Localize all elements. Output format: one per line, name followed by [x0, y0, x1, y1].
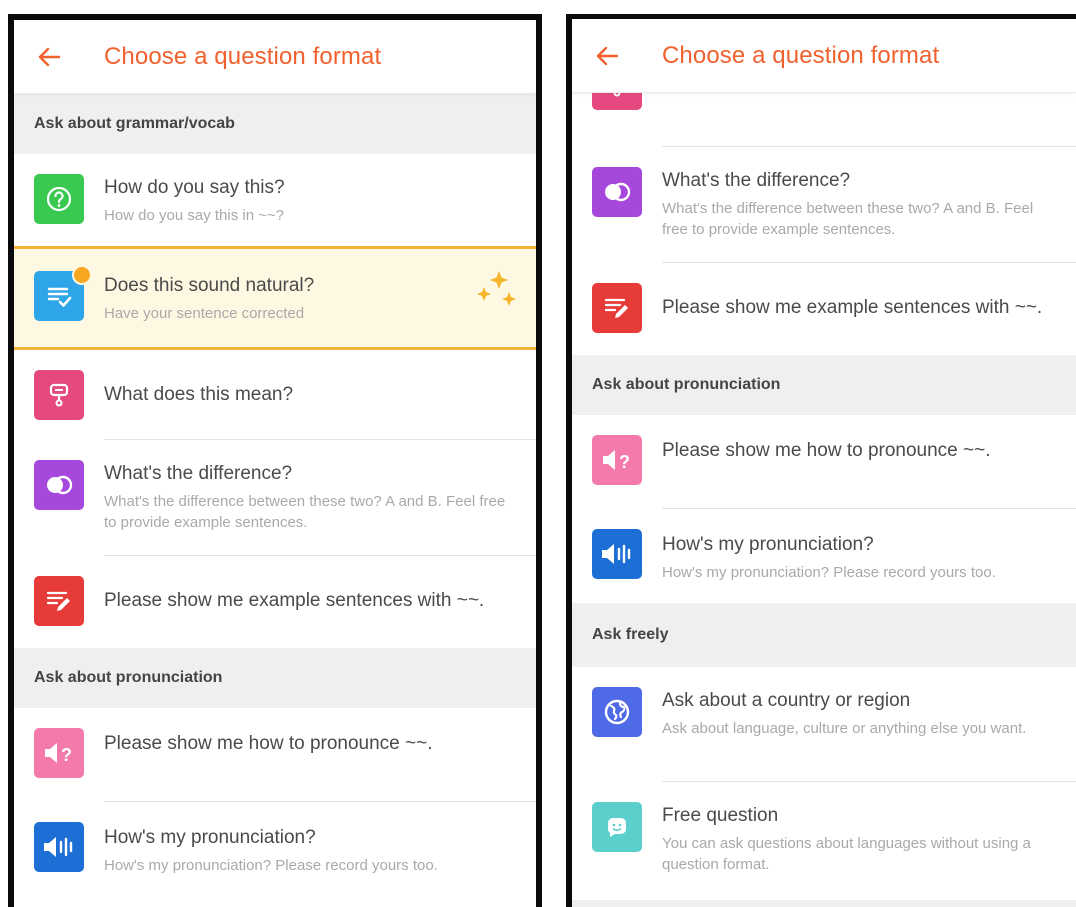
section-header-pronunciation: Ask about pronunciation — [572, 355, 1076, 415]
section-header-free: Ask freely — [572, 603, 1076, 667]
section-header-grammar: Ask about grammar/vocab — [14, 94, 536, 154]
list-item-example-sentences[interactable]: Please show me example sentences with ~~… — [14, 556, 536, 648]
list-item-how-to-pronounce[interactable]: ? Please show me how to pronounce ~~. — [572, 415, 1076, 509]
item-title: What's the difference? — [104, 463, 293, 484]
item-subtitle: How do you say this in ~~? — [104, 207, 285, 224]
item-title: Please show me example sentences with ~~… — [662, 297, 1043, 318]
list-item-free-question[interactable]: Free question You can ask questions abou… — [572, 782, 1076, 900]
list-pencil-icon — [34, 576, 84, 626]
item-subtitle: You can ask questions about languages wi… — [662, 835, 1031, 873]
list-item-whats-difference[interactable]: What's the difference? What's the differ… — [572, 147, 1076, 263]
item-subtitle: What's the difference between these two?… — [662, 200, 1034, 238]
section-header-pronunciation: Ask about pronunciation — [14, 648, 536, 708]
svg-text:?: ? — [619, 452, 630, 472]
item-title: Please show me example sentences with ~~… — [104, 590, 485, 611]
overlap-circles-icon — [592, 167, 642, 217]
item-subtitle: How's my pronunciation? Please record yo… — [662, 564, 996, 581]
item-title: Does this sound natural? — [104, 275, 315, 296]
list-item-example-sentences[interactable]: Please show me example sentences with ~~… — [572, 263, 1076, 355]
list-item-sound-natural[interactable]: Does this sound natural? Have your sente… — [14, 246, 536, 350]
speaker-question-icon: ? — [34, 728, 84, 778]
item-title: Free question — [662, 805, 779, 826]
sparkle-icon — [477, 271, 516, 306]
right-phone-screen: Choose a question format What's the diff… — [566, 14, 1076, 907]
overlap-circles-icon — [34, 460, 84, 510]
speaker-wave-icon — [592, 529, 642, 579]
list-item-my-pronunciation[interactable]: How's my pronunciation? How's my pronunc… — [572, 509, 1076, 603]
item-subtitle: Have your sentence corrected — [104, 305, 305, 322]
speaker-wave-icon — [34, 822, 84, 872]
list-pencil-icon — [592, 283, 642, 333]
checklist-icon — [34, 265, 92, 321]
list-item-country-region[interactable]: Ask about a country or region Ask about … — [572, 667, 1076, 782]
page-title: Choose a question format — [104, 42, 382, 70]
question-circle-icon — [34, 174, 84, 224]
item-title: Ask about a country or region — [662, 690, 911, 711]
back-arrow-icon[interactable] — [592, 41, 622, 71]
back-arrow-icon[interactable] — [34, 42, 64, 72]
globe-icon — [592, 687, 642, 737]
item-subtitle: Ask about language, culture or anything … — [662, 720, 1027, 737]
badge-icon — [72, 265, 92, 285]
item-title: What does this mean? — [104, 384, 294, 405]
chat-face-icon — [592, 802, 642, 852]
magnifier-icon — [34, 370, 84, 420]
svg-text:?: ? — [61, 745, 72, 765]
item-title: How do you say this? — [104, 177, 285, 198]
list-item-how-do-you-say[interactable]: How do you say this? How do you say this… — [14, 154, 536, 246]
section-header-partial — [572, 900, 1076, 907]
app-bar: Choose a question format — [572, 19, 1076, 93]
item-subtitle: What's the difference between these two?… — [104, 493, 506, 531]
list-item-what-does-mean[interactable]: What does this mean? — [14, 350, 536, 440]
left-phone-screen: Choose a question format Ask about gramm… — [8, 14, 542, 907]
page-title: Choose a question format — [662, 41, 940, 69]
item-title: Please show me how to pronounce ~~. — [662, 440, 991, 461]
speaker-question-icon: ? — [592, 435, 642, 485]
item-title: How's my pronunciation? — [104, 827, 316, 848]
app-bar: Choose a question format — [14, 20, 536, 94]
item-title: How's my pronunciation? — [662, 534, 874, 555]
item-subtitle: How's my pronunciation? Please record yo… — [104, 857, 438, 874]
list-item-whats-difference[interactable]: What's the difference? What's the differ… — [14, 440, 536, 556]
item-title: What's the difference? — [662, 170, 851, 191]
list-item-how-to-pronounce[interactable]: ? Please show me how to pronounce ~~. — [14, 708, 536, 802]
item-title: Please show me how to pronounce ~~. — [104, 733, 433, 754]
list-item-my-pronunciation[interactable]: How's my pronunciation? How's my pronunc… — [14, 802, 536, 896]
